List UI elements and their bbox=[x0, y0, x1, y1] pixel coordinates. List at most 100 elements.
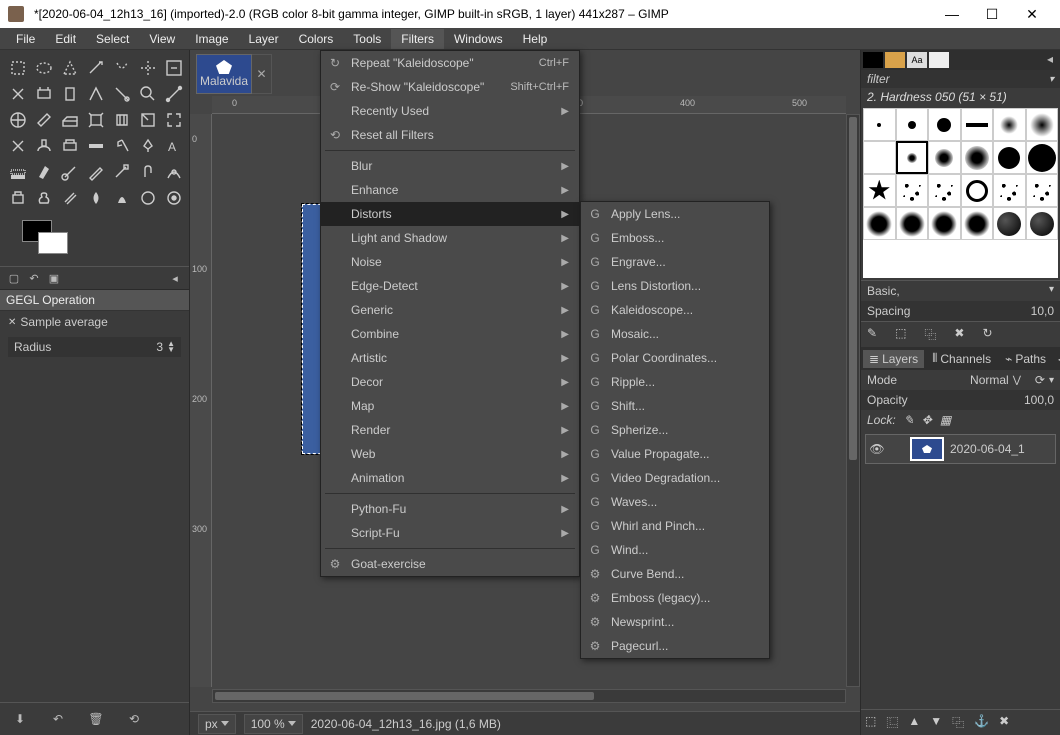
duplicate-brush-icon[interactable]: ⿻ bbox=[924, 326, 936, 343]
brush-cell[interactable] bbox=[961, 174, 994, 207]
menu-item-render[interactable]: Render▶ bbox=[321, 418, 579, 442]
menu-item-apply-lens-[interactable]: GApply Lens... bbox=[581, 202, 769, 226]
menu-item-mosaic-[interactable]: GMosaic... bbox=[581, 322, 769, 346]
brush-cell[interactable] bbox=[863, 141, 896, 174]
menu-tools[interactable]: Tools bbox=[343, 29, 391, 49]
opacity-row[interactable]: Opacity 100,0 bbox=[861, 390, 1060, 410]
brush-cell[interactable] bbox=[993, 207, 1026, 240]
menu-item-emboss-legacy-[interactable]: ⚙Emboss (legacy)... bbox=[581, 586, 769, 610]
duplicate-layer-icon[interactable]: ⿻ bbox=[952, 714, 964, 731]
tab-close-icon[interactable]: ✕ bbox=[252, 54, 272, 94]
tool-icon-9[interactable] bbox=[58, 82, 82, 106]
tool-icon-27[interactable]: A bbox=[162, 134, 186, 158]
new-layer-icon[interactable]: ⬚ bbox=[865, 714, 876, 731]
stepper-icon[interactable]: ▲▼ bbox=[167, 341, 175, 353]
menu-item-map[interactable]: Map▶ bbox=[321, 394, 579, 418]
radius-row[interactable]: Radius 3 ▲▼ bbox=[8, 337, 181, 357]
menu-item-lens-distortion-[interactable]: GLens Distortion... bbox=[581, 274, 769, 298]
brush-cell[interactable] bbox=[896, 174, 929, 207]
minimize-button[interactable]: — bbox=[932, 0, 972, 28]
menu-item-blur[interactable]: Blur▶ bbox=[321, 154, 579, 178]
filter-input[interactable]: filter ▾ bbox=[861, 70, 1060, 88]
menu-item-video-degradation-[interactable]: GVideo Degradation... bbox=[581, 466, 769, 490]
tool-icon-3[interactable] bbox=[84, 56, 108, 80]
save-options-icon[interactable]: ⬇ bbox=[10, 709, 30, 729]
menu-item-curve-bend-[interactable]: ⚙Curve Bend... bbox=[581, 562, 769, 586]
menu-item-shift-[interactable]: GShift... bbox=[581, 394, 769, 418]
tab-menu-icon[interactable]: ◂ bbox=[1054, 352, 1060, 366]
menu-item-goat-exercise[interactable]: ⚙Goat-exercise bbox=[321, 552, 579, 576]
menu-item-combine[interactable]: Combine▶ bbox=[321, 322, 579, 346]
close-button[interactable]: ✕ bbox=[1012, 0, 1052, 28]
menu-item-animation[interactable]: Animation▶ bbox=[321, 466, 579, 490]
tool-icon-40[interactable] bbox=[136, 186, 160, 210]
menu-item-value-propagate-[interactable]: GValue Propagate... bbox=[581, 442, 769, 466]
menu-image[interactable]: Image bbox=[185, 29, 238, 49]
tool-icon-0[interactable] bbox=[6, 56, 30, 80]
brush-grid[interactable] bbox=[863, 108, 1058, 278]
menu-item-python-fu[interactable]: Python-Fu▶ bbox=[321, 497, 579, 521]
brush-cell[interactable] bbox=[863, 108, 896, 141]
document-tab[interactable]: Malavida bbox=[196, 54, 252, 94]
menu-layer[interactable]: Layer bbox=[239, 29, 289, 49]
menu-item-distorts[interactable]: Distorts▶ bbox=[321, 202, 579, 226]
tool-icon-29[interactable] bbox=[32, 160, 56, 184]
unit-dropdown[interactable]: px bbox=[198, 714, 236, 734]
brush-cell[interactable] bbox=[896, 141, 929, 174]
brush-cell[interactable] bbox=[1026, 141, 1059, 174]
tool-icon-35[interactable] bbox=[6, 186, 30, 210]
tool-icon-33[interactable] bbox=[136, 160, 160, 184]
restore-options-icon[interactable]: ↶ bbox=[48, 709, 68, 729]
raise-layer-icon[interactable]: ▲ bbox=[908, 714, 920, 731]
menu-item-engrave-[interactable]: GEngrave... bbox=[581, 250, 769, 274]
menu-item-script-fu[interactable]: Script-Fu▶ bbox=[321, 521, 579, 545]
menu-item-repeat-kaleidoscope-[interactable]: ↻Repeat "Kaleidoscope"Ctrl+F bbox=[321, 51, 579, 75]
menu-item-enhance[interactable]: Enhance▶ bbox=[321, 178, 579, 202]
tool-icon-12[interactable] bbox=[136, 82, 160, 106]
brush-cell[interactable] bbox=[928, 207, 961, 240]
new-group-icon[interactable]: ⿺ bbox=[886, 714, 898, 731]
fonts-tab-icon[interactable]: Aa bbox=[907, 52, 927, 68]
tool-icon-17[interactable] bbox=[84, 108, 108, 132]
brush-cell[interactable] bbox=[993, 108, 1026, 141]
tab-channels[interactable]: ⦀Channels bbox=[926, 349, 997, 368]
mode-switch-icon[interactable]: ⟳ bbox=[1035, 373, 1045, 387]
menu-item-wind-[interactable]: GWind... bbox=[581, 538, 769, 562]
menu-item-spherize-[interactable]: GSpherize... bbox=[581, 418, 769, 442]
tool-icon-11[interactable] bbox=[110, 82, 134, 106]
brush-cell[interactable] bbox=[961, 108, 994, 141]
tab-layers[interactable]: ≣Layers bbox=[863, 350, 924, 368]
tool-icon-37[interactable] bbox=[58, 186, 82, 210]
layer-row[interactable]: 👁 2020-06-04_1 bbox=[865, 434, 1056, 464]
history-tab-icon[interactable] bbox=[929, 52, 949, 68]
tool-icon-10[interactable] bbox=[84, 82, 108, 106]
menu-item-light-and-shadow[interactable]: Light and Shadow▶ bbox=[321, 226, 579, 250]
menu-edit[interactable]: Edit bbox=[45, 29, 86, 49]
menu-item-re-show-kaleidoscope-[interactable]: ⟳Re-Show "Kaleidoscope"Shift+Ctrl+F bbox=[321, 75, 579, 99]
background-color[interactable] bbox=[38, 232, 68, 254]
tool-icon-39[interactable] bbox=[110, 186, 134, 210]
menu-item-newsprint-[interactable]: ⚙Newsprint... bbox=[581, 610, 769, 634]
tool-icon-5[interactable] bbox=[136, 56, 160, 80]
images-tab-icon[interactable]: ▣ bbox=[46, 270, 62, 286]
lock-position-icon[interactable]: ✥ bbox=[922, 413, 932, 427]
menu-file[interactable]: File bbox=[6, 29, 45, 49]
brush-cell[interactable] bbox=[1026, 207, 1059, 240]
menu-item-decor[interactable]: Decor▶ bbox=[321, 370, 579, 394]
menu-item-reset-all-filters[interactable]: ⟲Reset all Filters bbox=[321, 123, 579, 147]
lock-pixels-icon[interactable]: ✎ bbox=[904, 413, 914, 427]
tool-options-tab-icon[interactable]: ▢ bbox=[6, 270, 22, 286]
menu-item-artistic[interactable]: Artistic▶ bbox=[321, 346, 579, 370]
visibility-icon[interactable]: 👁 bbox=[868, 442, 886, 456]
patterns-tab-icon[interactable] bbox=[885, 52, 905, 68]
tool-icon-14[interactable] bbox=[6, 108, 30, 132]
brushes-tab-icon[interactable] bbox=[863, 52, 883, 68]
tool-icon-6[interactable] bbox=[162, 56, 186, 80]
new-brush-icon[interactable]: ⬚ bbox=[895, 326, 906, 343]
menu-select[interactable]: Select bbox=[86, 29, 139, 49]
sample-average-row[interactable]: ✕ Sample average bbox=[0, 311, 189, 333]
blend-mode-row[interactable]: Mode Normal ⋁ ⟳ ▾ bbox=[861, 370, 1060, 390]
tool-icon-24[interactable] bbox=[84, 134, 108, 158]
menu-item-pagecurl-[interactable]: ⚙Pagecurl... bbox=[581, 634, 769, 658]
menu-windows[interactable]: Windows bbox=[444, 29, 513, 49]
